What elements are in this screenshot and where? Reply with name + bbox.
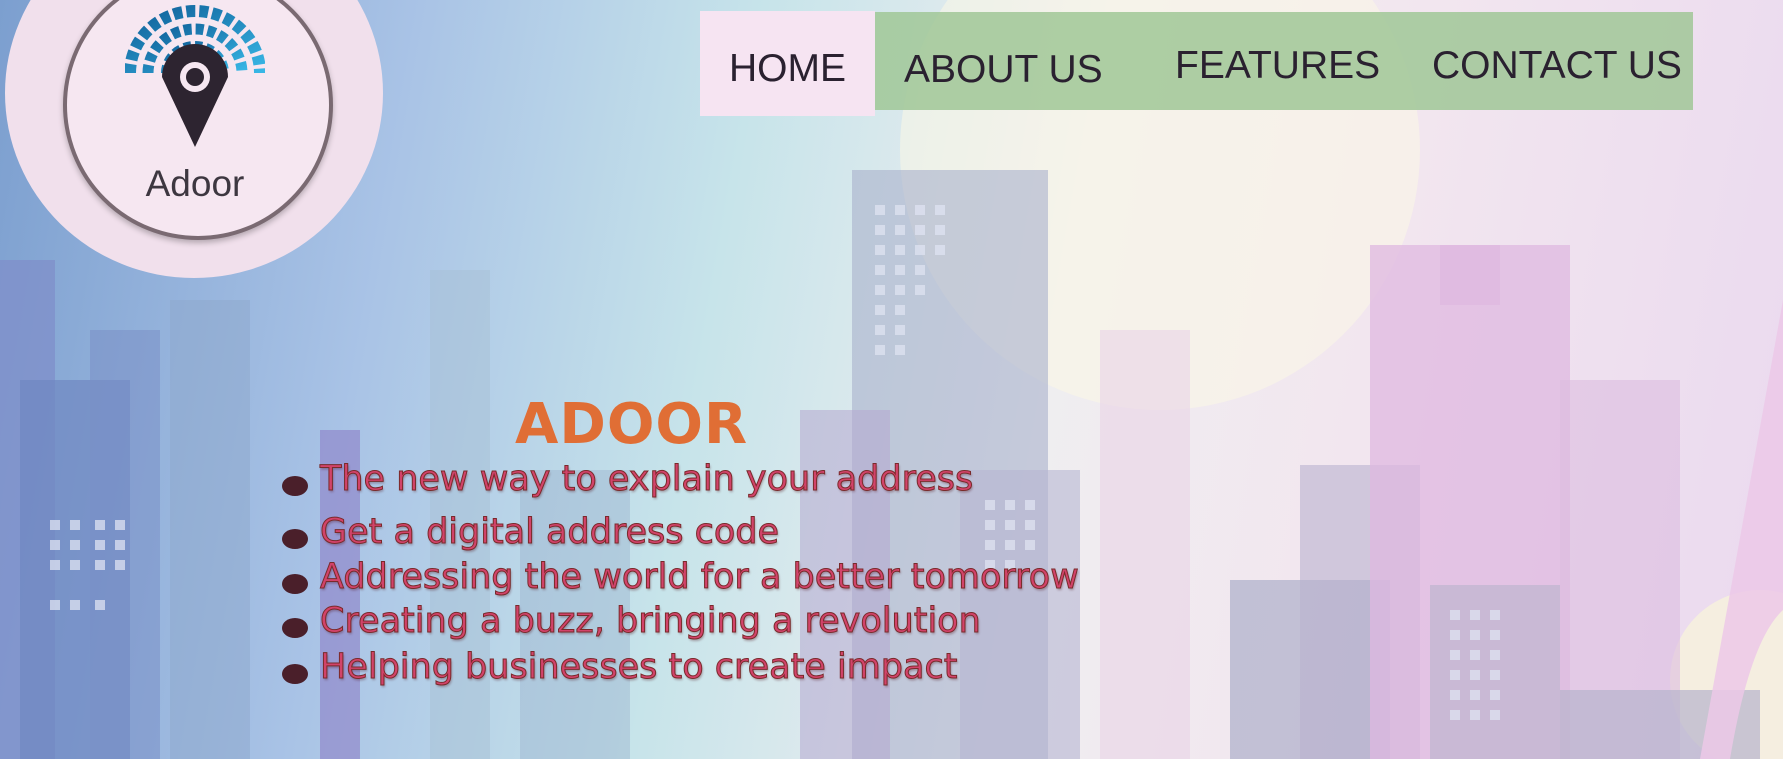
tagline-text: The new way to explain your address bbox=[319, 459, 974, 500]
bullet-icon bbox=[282, 574, 308, 594]
bullet-icon bbox=[282, 618, 308, 638]
bullet-icon bbox=[282, 664, 308, 684]
nav-item-home[interactable]: HOME bbox=[700, 11, 875, 116]
tagline-text: Addressing the world for a better tomorr… bbox=[320, 557, 1080, 598]
tagline-text: Helping businesses to create impact bbox=[319, 647, 958, 688]
landing-page: Adoor HOME ABOUT US FEATURES CONTACT US … bbox=[0, 0, 1783, 759]
bullet-icon bbox=[282, 476, 308, 496]
tagline-text: Get a digital address code bbox=[319, 512, 780, 553]
hero-title: ADOOR bbox=[515, 392, 749, 457]
nav-item-about-us[interactable]: ABOUT US bbox=[904, 48, 1103, 92]
bullet-icon bbox=[282, 529, 308, 549]
logo-text: Adoor bbox=[145, 163, 245, 204]
map-pin-signal-icon bbox=[125, 5, 265, 147]
nav-item-features[interactable]: FEATURES bbox=[1175, 44, 1380, 88]
nav-item-contact-us[interactable]: CONTACT US bbox=[1432, 44, 1682, 88]
tagline-text: Creating a buzz, bringing a revolution bbox=[320, 601, 982, 642]
